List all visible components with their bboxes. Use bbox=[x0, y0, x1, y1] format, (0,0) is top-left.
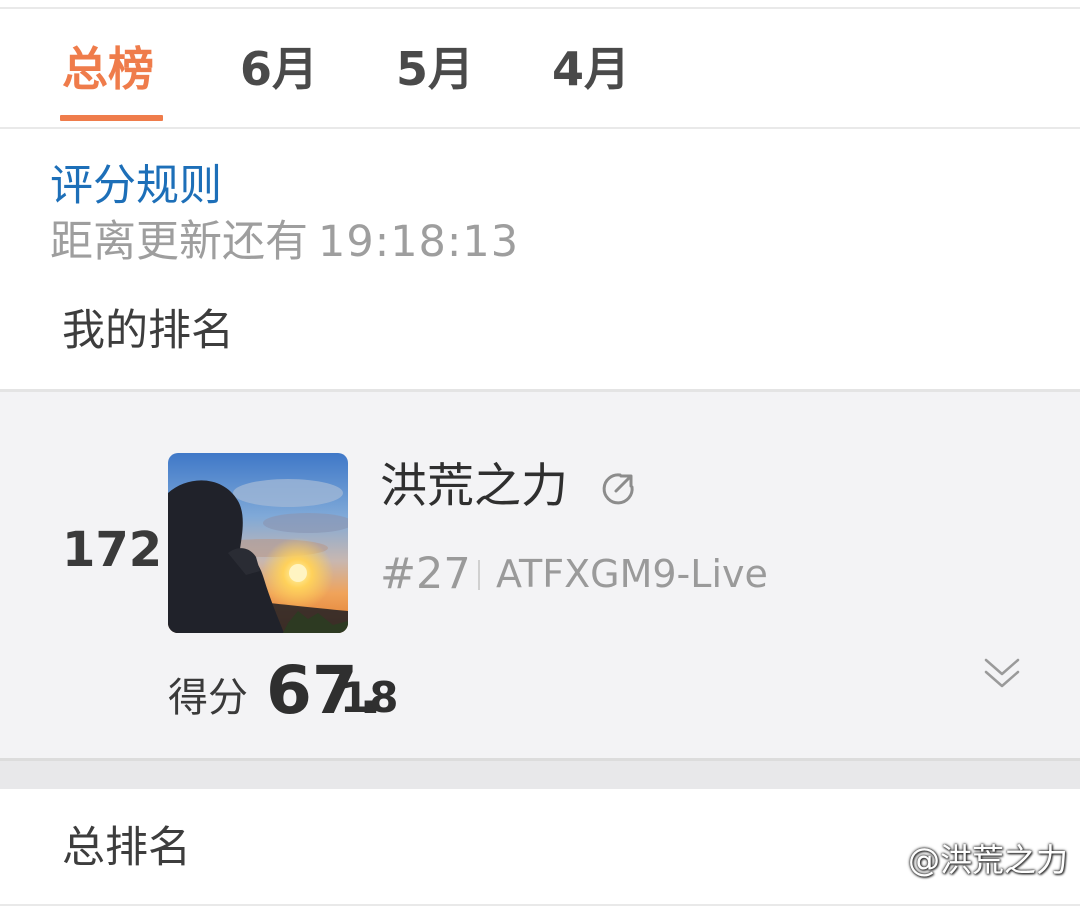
avatar-image bbox=[168, 453, 348, 633]
my-ranking-title: 我的排名 bbox=[62, 306, 234, 356]
update-countdown: 距离更新还有 19:18:13 bbox=[50, 214, 519, 270]
chevron-down-double-icon[interactable] bbox=[980, 652, 1024, 696]
sub-rank: #27 bbox=[380, 549, 471, 599]
countdown-time: 19:18:13 bbox=[318, 217, 520, 267]
account-name: ATFXGM9-Live bbox=[496, 552, 768, 596]
section-gap bbox=[0, 761, 1080, 789]
tab-bar: 总榜 6月 5月 4月 bbox=[0, 9, 1080, 127]
bottom-divider bbox=[0, 904, 1080, 906]
separator bbox=[478, 560, 480, 590]
watermark: @洪荒之力 bbox=[878, 842, 1068, 878]
tab-june[interactable]: 6月 bbox=[240, 39, 318, 99]
page: 总榜 6月 5月 4月 评分规则 距离更新还有 19:18:13 我的排名 172 bbox=[0, 0, 1080, 916]
tab-may[interactable]: 5月 bbox=[396, 39, 474, 99]
external-link-icon[interactable] bbox=[600, 471, 636, 507]
active-tab-indicator bbox=[60, 115, 163, 121]
score-label: 得分 bbox=[168, 675, 248, 721]
weibo-logo-icon bbox=[878, 848, 906, 876]
watermark-text: @洪荒之力 bbox=[908, 841, 1069, 879]
tab-april[interactable]: 4月 bbox=[552, 39, 630, 99]
scoring-rules-link[interactable]: 评分规则 bbox=[50, 158, 222, 214]
total-ranking-title: 总排名 bbox=[62, 823, 191, 873]
username[interactable]: 洪荒之力 bbox=[380, 456, 568, 518]
tab-overall[interactable]: 总榜 bbox=[62, 39, 154, 99]
score-decimal: 18 bbox=[340, 673, 399, 722]
tabs-divider bbox=[0, 127, 1080, 129]
countdown-label: 距离更新还有 bbox=[50, 217, 308, 267]
rank-number: 172 bbox=[62, 522, 163, 578]
avatar[interactable] bbox=[168, 453, 348, 633]
